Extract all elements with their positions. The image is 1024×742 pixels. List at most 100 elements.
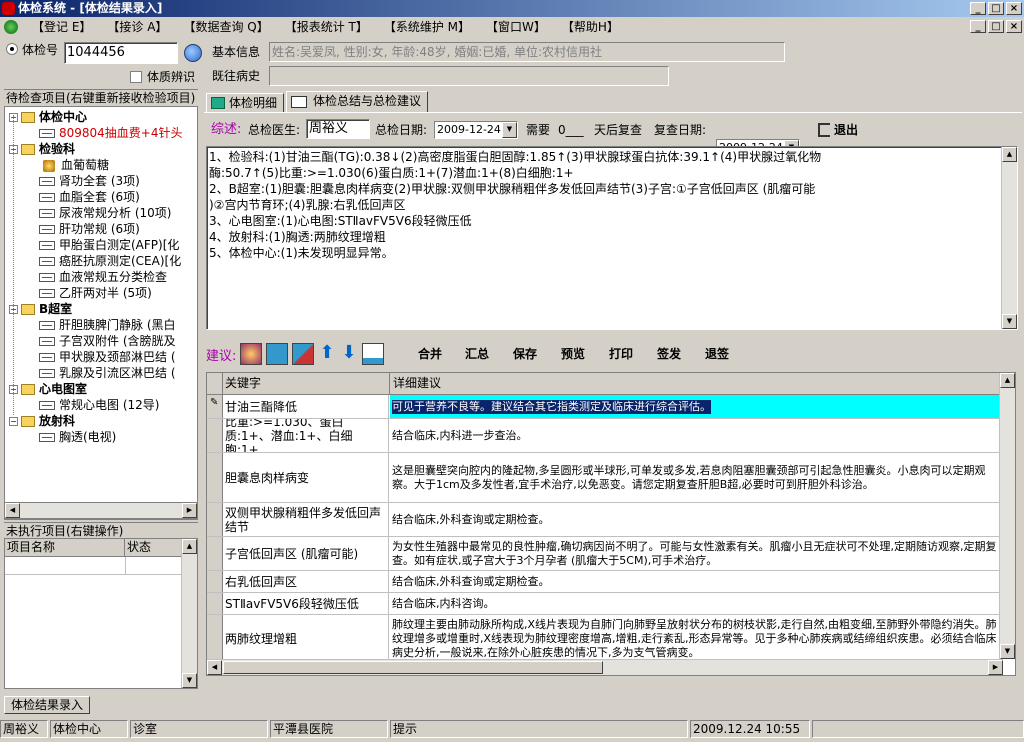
tree-item[interactable]: 血脂全套 (6项) [39,189,140,205]
tree-group[interactable]: − 放射科 [9,413,75,429]
exit-button[interactable]: 退出 [818,121,858,139]
menu-window[interactable]: 【窗口W】 [478,18,554,36]
app-menu-icon[interactable] [4,19,18,34]
summary-text-area[interactable]: 1、检验科:(1)甘油三酯(TG):0.38↓(2)高密度脂蛋白胆固醇:1.85… [206,146,1018,330]
maximize-button[interactable]: □ [988,2,1004,15]
menu-system[interactable]: 【系统维护 M】 [376,18,478,36]
advice-hscroll-thumb[interactable] [223,661,603,674]
minimize-button[interactable]: _ [970,2,986,15]
unexecuted-items-list[interactable]: 项目名称 状态 ▲ ▼ [4,538,198,689]
add-row-icon[interactable] [266,343,288,365]
tree-item[interactable]: 肝胆胰脾门静脉 (黑白 [39,317,176,333]
tree-group[interactable]: − B超室 [9,301,72,317]
exam-no-input[interactable]: 1044456 [64,42,178,64]
advice-detail-cell[interactable]: 结合临床,内科咨询。 [390,593,1003,614]
advice-row[interactable]: ✎ 甘油三酯降低 可见于营养不良等。建议结合其它指类测定及临床进行综合评估。 [207,395,1003,419]
row-indicator[interactable] [207,615,223,662]
tree-item[interactable]: 甲胎蛋白测定(AFP)[化 [39,237,179,253]
menu-reports[interactable]: 【报表统计 T】 [277,18,376,36]
doctor-input[interactable]: 周裕义 [306,119,370,139]
advice-grid[interactable]: 关键字 详细建议 ✎ 甘油三酯降低 可见于营养不良等。建议结合其它指类测定及临床进行… [206,372,1016,676]
col-status[interactable]: 状态 [125,539,181,556]
tree-item[interactable]: 甲状腺及颈部淋巴结 ( [39,349,176,365]
recheck-days-input[interactable]: 0___ [558,120,584,140]
advice-row[interactable]: 胆囊息肉样病变 这是胆囊壁突向腔内的隆起物,多呈圆形或半球形,可单发或多发,若息肉… [207,453,1003,503]
medical-history-field[interactable] [269,66,669,86]
row-indicator[interactable] [207,537,223,570]
print-button[interactable]: 打印 [609,343,633,365]
move-up-icon[interactable]: ⬆ [318,343,336,365]
row-indicator[interactable] [207,503,223,536]
advice-vscroll[interactable]: ▲ ▼ [999,373,1015,659]
row-indicator[interactable]: ✎ [207,395,223,418]
col-keyword[interactable]: 关键字 [223,373,390,394]
row-indicator[interactable] [207,419,223,452]
child-close-button[interactable]: × [1006,20,1022,33]
advice-keyword-cell[interactable]: 比重:>=1.030、蛋白质:1+、潜血:1+、白细胞:1+ [223,419,389,452]
row-indicator[interactable] [207,571,223,592]
advice-detail-cell[interactable]: 结合临床,外科查询或定期检查。 [390,571,1003,592]
advice-row[interactable]: 右乳低回声区 结合临床,外科查询或定期检查。 [207,571,1003,593]
advice-row[interactable]: 双侧甲状腺稍粗伴多发低回声结节 结合临床,外科查询或定期检查。 [207,503,1003,537]
close-button[interactable]: × [1006,2,1022,15]
summarize-button[interactable]: 汇总 [465,343,489,365]
tree-group[interactable]: − 体检中心 [9,109,87,125]
tree-item[interactable]: 血液常规五分类检查 [39,269,167,285]
advice-row[interactable]: STⅡavFV5V6段轻微压低 结合临床,内科咨询。 [207,593,1003,615]
person-magnify-icon[interactable] [240,343,262,365]
summary-vscroll[interactable]: ▲ ▼ [1001,147,1017,329]
advice-detail-cell[interactable]: 为女性生殖器中最常见的良性肿瘤,确切病因尚不明了。可能与女性激素有关。肌瘤小且无… [390,537,1003,570]
collapse-icon[interactable]: − [9,417,18,426]
move-down-icon[interactable]: ⬇ [340,343,358,365]
advice-keyword-cell[interactable]: STⅡavFV5V6段轻微压低 [223,593,389,614]
row-indicator[interactable] [207,593,223,614]
save-button[interactable]: 保存 [513,343,537,365]
menu-reception[interactable]: 【接诊 A】 [99,18,175,36]
child-maximize-button[interactable]: □ [988,20,1004,33]
advice-detail-cell[interactable]: 结合临床,内科进一步查治。 [390,419,1003,452]
menu-query[interactable]: 【数据查询 Q】 [175,18,276,36]
pending-items-tree[interactable]: − 体检中心 809804抽血费+4针头 − 检验科 血葡萄糖 肾功全套 (3项) 血脂全套 … [4,106,198,520]
advice-keyword-cell[interactable]: 胆囊息肉样病变 [223,453,389,502]
tree-hscroll[interactable]: ◀ ▶ [4,502,198,519]
advice-detail-cell[interactable]: 这是胆囊壁突向腔内的隆起物,多呈圆形或半球形,可单发或多发,若息肉阻塞胆囊颈部可… [390,453,1003,502]
tree-item[interactable]: 乙肝两对半 (5项) [39,285,152,301]
search-person-icon[interactable] [184,44,202,62]
tree-group[interactable]: − 检验科 [9,141,75,157]
tree-item[interactable]: 胸透(电视) [39,429,116,445]
tree-item[interactable]: 乳腺及引流区淋巴结 ( [39,365,176,381]
unsign-button[interactable]: 退签 [705,343,729,365]
advice-detail-cell[interactable]: 结合临床,外科查询或定期检查。 [390,503,1003,536]
constitution-checkbox[interactable] [130,71,142,83]
advice-keyword-cell[interactable]: 两肺纹理增粗 [223,615,389,662]
tree-item[interactable]: 809804抽血费+4针头 [39,125,183,141]
advice-detail-cell[interactable]: 肺纹理主要由肺动脉所构成,X线片表现为自肺门向肺野呈放射状分布的树枝状影,走行自… [390,615,1003,662]
tree-item[interactable]: 癌胚抗原测定(CEA)[化 [39,253,181,269]
tree-item[interactable]: 子宫双附件 (含膀胱及 [39,333,176,349]
col-detail[interactable]: 详细建议 [391,373,1003,394]
advice-detail-cell[interactable]: 可见于营养不良等。建议结合其它指类测定及临床进行综合评估。 [390,395,1003,418]
col-item-name[interactable]: 项目名称 [5,539,125,556]
summary-date-picker[interactable]: 2009-12-24 ▼ [434,121,518,139]
advice-keyword-cell[interactable]: 右乳低回声区 [223,571,389,592]
tree-item[interactable]: 肾功全套 (3项) [39,173,140,189]
advice-row[interactable]: 比重:>=1.030、蛋白质:1+、潜血:1+、白细胞:1+ 结合临床,内科进一步… [207,419,1003,453]
tree-item[interactable]: 血葡萄糖 [39,157,109,173]
preview-button[interactable]: 预览 [561,343,585,365]
mdi-tab-result-entry[interactable]: 体检结果录入 [4,696,91,714]
tree-group[interactable]: − 心电图室 [9,381,87,397]
advice-keyword-cell[interactable]: 甘油三酯降低 [223,395,389,418]
sign-button[interactable]: 签发 [657,343,681,365]
tree-item[interactable]: 常规心电图 (12导) [39,397,159,413]
tab-summary-advice[interactable]: 体检总结与总检建议 [286,91,429,113]
tree-item[interactable]: 肝功常规 (6项) [39,221,140,237]
advice-row[interactable]: 子宫低回声区 (肌瘤可能) 为女性生殖器中最常见的良性肿瘤,确切病因尚不明了。可能… [207,537,1003,571]
delete-row-icon[interactable] [292,343,314,365]
row-indicator[interactable] [207,453,223,502]
unexec-vscroll[interactable]: ▲ ▼ [181,539,197,688]
tree-item[interactable]: 尿液常规分析 (10项) [39,205,171,221]
template-icon[interactable] [362,343,384,365]
advice-hscroll[interactable]: ◀ ▶ [207,659,1003,675]
tab-exam-detail[interactable]: 体检明细 [206,93,285,113]
merge-button[interactable]: 合并 [418,343,442,365]
